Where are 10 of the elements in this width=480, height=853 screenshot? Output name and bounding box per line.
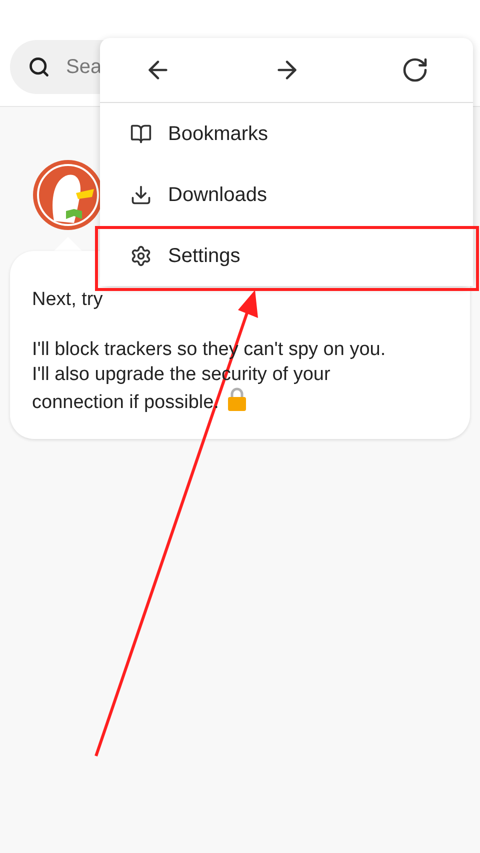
book-icon — [130, 122, 152, 144]
search-icon — [28, 56, 50, 78]
message-text: Next, try — [32, 288, 104, 312]
menu-item[interactable]: Downloads — [100, 164, 473, 225]
download-icon — [130, 184, 152, 206]
menu-item[interactable]: Settings — [100, 225, 473, 286]
settings-icon — [130, 244, 152, 266]
menu-item[interactable]: Bookmarks — [100, 103, 473, 164]
reload-icon[interactable] — [401, 56, 429, 84]
lock-icon — [226, 387, 247, 411]
